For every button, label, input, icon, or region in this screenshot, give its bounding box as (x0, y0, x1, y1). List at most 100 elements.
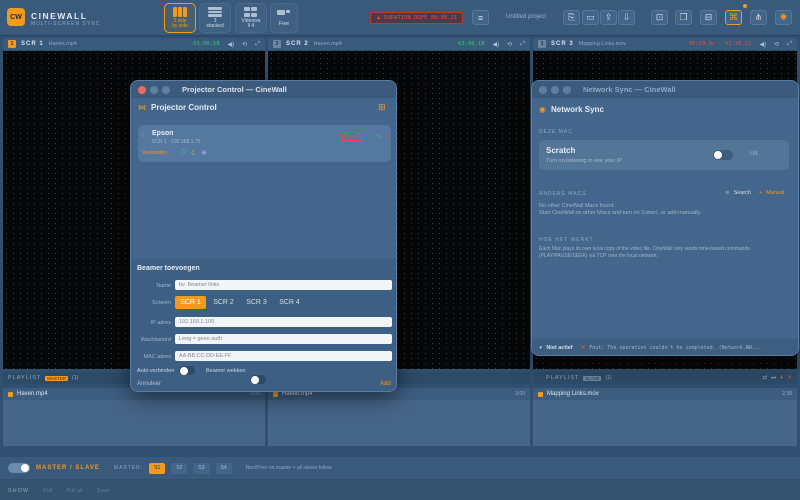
shutter-icon[interactable]: ※ (201, 149, 207, 157)
wake-projector-toggle[interactable] (250, 375, 266, 384)
zoom-window-button[interactable] (563, 85, 571, 94)
projector-header: Projector Control (151, 103, 217, 112)
connect-button[interactable]: Verbinden (142, 150, 167, 156)
volume-icon[interactable]: ◀) (760, 41, 767, 48)
auto-connect-toggle[interactable] (179, 366, 195, 375)
screen-number-badge: 1 (8, 40, 16, 48)
edit-icon[interactable]: ✎ (376, 133, 381, 140)
zoom-window-button[interactable] (162, 85, 170, 94)
error-icon: ✕ (580, 345, 586, 351)
no-macs-text: No other CineWall Macs found. Start Cine… (539, 203, 702, 216)
fullscreen-icon[interactable]: ⤢ (787, 41, 792, 48)
volume-icon[interactable]: ◀) (493, 41, 500, 48)
master-slave-toggle[interactable] (8, 463, 30, 473)
pull-button[interactable]: Pull (43, 488, 52, 494)
layout-side-by-side-button[interactable]: 3 side by side (164, 3, 196, 33)
film-icon (8, 391, 13, 397)
manual-button[interactable]: Manual (766, 190, 784, 196)
save-show-button[interactable]: Save (97, 488, 110, 494)
import-icon[interactable]: ⇩ (618, 10, 635, 25)
master-s4-button[interactable]: S4 (215, 462, 232, 474)
listen-toggle[interactable] (713, 150, 733, 160)
playlist-item[interactable]: Mapping Links.mov 2:38 (533, 388, 797, 400)
search-button[interactable]: Search (734, 190, 751, 196)
sleep-moon-icon[interactable]: ☾ (191, 149, 197, 157)
network-icon[interactable]: ⌘ (725, 10, 742, 25)
network-icon: ◉ (539, 105, 546, 114)
screen-option-scr1[interactable]: SCR 1 (175, 296, 206, 309)
this-mac-card: Scratch Turn on listening to see your IP… (539, 140, 789, 170)
save-icon[interactable]: ⎘ (563, 10, 580, 25)
skip-icon[interactable]: ⏭ (771, 375, 776, 382)
grid-icon[interactable]: ⊞ (378, 102, 386, 113)
device-name: Scratch (546, 146, 576, 155)
pull-all-button[interactable]: Pull all (66, 488, 82, 494)
display-icon[interactable]: ⊡ (651, 10, 668, 25)
listen-toggle-label: Uit (750, 151, 758, 157)
network-header: Network Sync (550, 105, 604, 114)
playlist-2-body (268, 400, 530, 446)
windows-icon[interactable]: ❐ (675, 10, 692, 25)
this-mac-section-label: DEZE MAC (539, 129, 573, 135)
wake-projector-label: Beamer wekken (206, 368, 246, 374)
name-label: Name (156, 283, 171, 289)
screen-option-scr4[interactable]: SCR 4 (274, 296, 305, 309)
window-title: Projector Control — CineWall (182, 85, 287, 94)
loop-icon[interactable]: ⟲ (774, 41, 779, 48)
slave-badge: SLAVE (583, 375, 602, 381)
screen-time: 03:00.18 (193, 41, 220, 47)
search-wifi-icon: ≋ (725, 190, 730, 196)
master-s1-button[interactable]: S1 (149, 462, 166, 474)
add-icon[interactable]: + (780, 375, 783, 382)
fullscreen-icon[interactable]: ⤢ (255, 41, 260, 48)
project-title: Untitled project (506, 14, 547, 20)
master-s3-button[interactable]: S3 (193, 462, 210, 474)
menu-icon[interactable]: ≡ (472, 10, 489, 25)
close-window-button[interactable] (539, 85, 547, 94)
minimize-window-button[interactable] (150, 85, 158, 94)
screen-file: Mapping Links.mov (578, 41, 627, 47)
layout-stacked-button[interactable]: 3 stacked (199, 3, 231, 33)
columns-icon (173, 7, 187, 17)
screen-option-scr3[interactable]: SCR 3 (241, 296, 272, 309)
screen-option-scr2[interactable]: SCR 2 (208, 296, 239, 309)
master-s2-button[interactable]: S2 (171, 462, 188, 474)
projector-info: SCR 1 · 192.168.1.75 (152, 139, 201, 145)
playlist-3-header: PLAYLIST SLAVE (1) ⇄ ⏭ + ✕ (533, 372, 797, 384)
name-input[interactable]: bv. Beamer links (175, 280, 392, 290)
power-icon[interactable]: ⏻ (181, 149, 187, 157)
trash-icon[interactable]: ✕ (787, 375, 792, 382)
other-macs-section-label: ANDERE MACS (539, 191, 587, 197)
shuffle-icon[interactable]: ⇄ (763, 375, 768, 382)
open-folder-icon[interactable]: ▭ (582, 10, 599, 25)
loop-icon[interactable]: ⟲ (242, 41, 247, 48)
signal-icon[interactable]: ⋔ (750, 10, 767, 25)
screen-2-header: 2 SCR 2 Haven.mp4 03:00.18 ◀) ⟲ ⤢ (268, 38, 530, 50)
rows-icon (208, 7, 222, 18)
device-description: Turn on listening to see your IP (546, 158, 622, 164)
trash-icon[interactable]: ✕ (384, 133, 389, 140)
projector-name: Epson (152, 130, 174, 137)
add-button[interactable]: Add (380, 381, 391, 387)
window-titlebar: Network Sync — CineWall (532, 81, 798, 98)
volume-icon[interactable]: ◀) (228, 41, 235, 48)
drag-handle-icon[interactable]: ⁝ (142, 132, 144, 139)
minimize-window-button[interactable] (551, 85, 559, 94)
settings-gear-icon[interactable]: ✺ (775, 10, 792, 25)
layout-free-button[interactable]: Free (270, 3, 298, 33)
ip-input[interactable]: 192.168.1.100 (175, 317, 392, 327)
screen-name: SCR 2 (286, 41, 309, 47)
notification-dot (743, 4, 747, 8)
close-window-button[interactable] (138, 85, 146, 94)
export-icon[interactable]: ⇪ (600, 10, 617, 25)
fullscreen-icon[interactable]: ⤢ (520, 41, 525, 48)
mac-input[interactable]: AA:BB:CC:DD:EE:FF (175, 351, 392, 361)
password-input[interactable]: Leeg = geen auth (175, 334, 392, 344)
playlist-item-duration: 3:00 (515, 391, 525, 397)
screen-label: Scherm (152, 300, 171, 306)
loop-icon[interactable]: ⟲ (507, 41, 512, 48)
cancel-button[interactable]: Annuleer (137, 381, 161, 387)
projector-icon[interactable]: ⊟ (700, 10, 717, 25)
screen-file: Haven.mp4 (313, 41, 342, 47)
layout-videowall-button[interactable]: Videowa ll 4 (235, 3, 267, 33)
